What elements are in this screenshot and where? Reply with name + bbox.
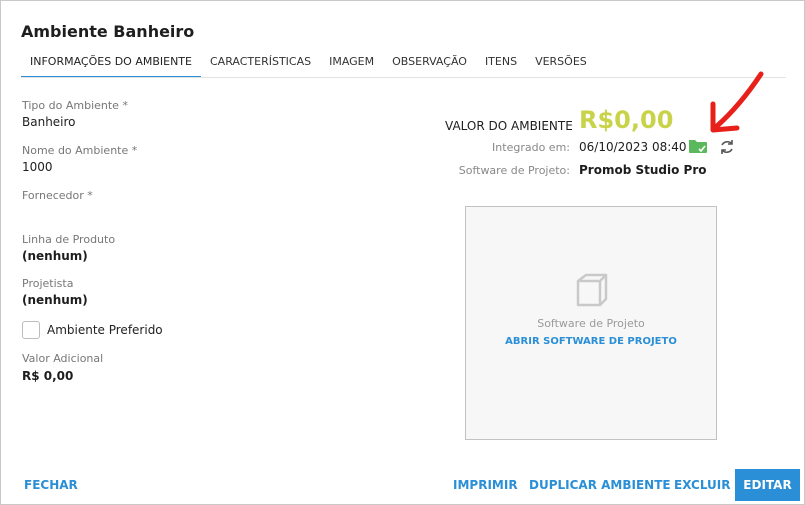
tab-caracteristicas[interactable]: CARACTERÍSTICAS [201, 52, 320, 78]
software-value: Promob Studio Pro [579, 163, 707, 177]
folder-check-icon[interactable] [688, 138, 708, 154]
duplicate-button[interactable]: DUPLICAR AMBIENTE [529, 478, 671, 492]
linha-value[interactable]: (nenhum) [22, 249, 88, 263]
edit-button[interactable]: EDITAR [735, 469, 800, 501]
sync-icon[interactable] [718, 138, 736, 156]
red-arrow-annotation [710, 71, 764, 133]
tab-divider [21, 77, 786, 78]
adicional-value[interactable]: R$ 0,00 [22, 369, 73, 383]
tab-itens[interactable]: ITENS [476, 52, 526, 78]
integrado-value: 06/10/2023 08:40 [579, 140, 687, 154]
tab-observacao[interactable]: OBSERVAÇÃO [383, 52, 476, 78]
close-button[interactable]: FECHAR [24, 478, 78, 492]
software-label: Software de Projeto: [458, 164, 570, 177]
software-preview: Software de Projeto ABRIR SOFTWARE DE PR… [465, 206, 717, 440]
open-software-link[interactable]: ABRIR SOFTWARE DE PROJETO [466, 336, 716, 347]
fornecedor-label: Fornecedor * [22, 189, 93, 202]
integrado-label: Integrado em: [492, 141, 570, 154]
preview-text: Software de Projeto [537, 317, 645, 330]
nome-label: Nome do Ambiente * [22, 144, 138, 157]
adicional-label: Valor Adicional [22, 352, 104, 365]
tab-bar: INFORMAÇÕES DO AMBIENTE CARACTERÍSTICAS … [21, 52, 596, 78]
nome-value[interactable]: 1000 [22, 160, 53, 174]
tab-versoes[interactable]: VERSÕES [526, 52, 596, 78]
valor-amount: R$0,00 [579, 106, 674, 134]
print-button[interactable]: IMPRIMIR [453, 478, 518, 492]
preferido-checkbox[interactable] [22, 321, 40, 339]
delete-button[interactable]: EXCLUIR [674, 478, 731, 492]
tab-informacoes[interactable]: INFORMAÇÕES DO AMBIENTE [21, 52, 201, 78]
cube-icon [576, 273, 608, 307]
preferido-label[interactable]: Ambiente Preferido [47, 323, 163, 337]
projetista-label: Projetista [22, 277, 74, 290]
tipo-label: Tipo do Ambiente * [22, 99, 128, 112]
page-title: Ambiente Banheiro [21, 22, 195, 41]
valor-label: VALOR DO AMBIENTE [445, 119, 573, 133]
fornecedor-value[interactable] [22, 205, 182, 221]
linha-label: Linha de Produto [22, 233, 116, 246]
projetista-value[interactable]: (nenhum) [22, 293, 88, 307]
tab-imagem[interactable]: IMAGEM [320, 52, 383, 78]
tipo-value[interactable]: Banheiro [22, 115, 76, 129]
